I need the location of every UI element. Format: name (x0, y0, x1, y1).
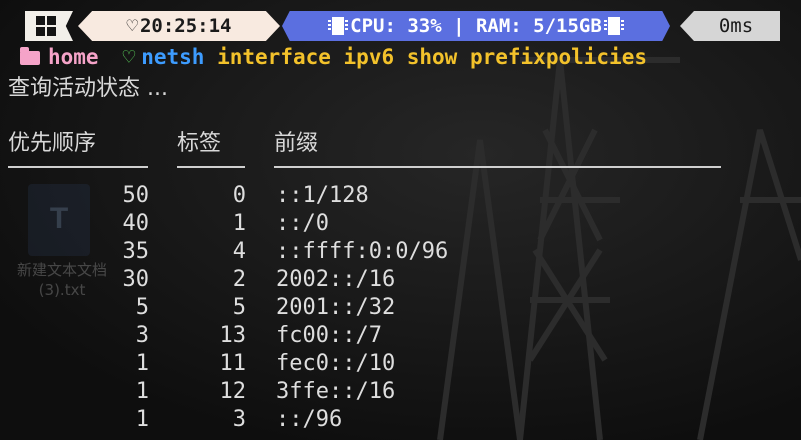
column-header-precedence: 优先顺序 (8, 131, 97, 156)
table-row: 1 11 fec0::/10 (0, 350, 801, 378)
table-row: 5 5 2001::/32 (0, 294, 801, 322)
label-cell: 1 (232, 211, 246, 236)
prefix-cell: ::/96 (276, 407, 343, 432)
label-cell: 13 (219, 323, 247, 348)
table-row: 1 12 3ffe::/16 (0, 378, 801, 406)
memory-chip-icon (328, 17, 349, 35)
green-heart-icon: ♡ (122, 45, 136, 69)
time-segment: ♡ 20:25:14 (78, 11, 280, 41)
command-line[interactable]: home ♡ netsh interface ipv6 show prefixpol… (20, 43, 647, 71)
system-usage: CPU: 33% | RAM: 5/15GB (350, 15, 602, 37)
precedence-cell: 5 (135, 295, 149, 320)
precedence-cell: 1 (135, 407, 149, 432)
status-message: 查询活动状态 ... (8, 76, 168, 101)
prefix-cell: ::/0 (276, 211, 329, 236)
windows-logo-icon (36, 16, 56, 36)
label-cell: 5 (232, 295, 246, 320)
label-cell: 3 (232, 407, 246, 432)
prefix-cell: 2001::/32 (276, 295, 396, 320)
precedence-cell: 1 (135, 379, 149, 404)
header-underline-label (177, 166, 245, 168)
precedence-cell: 3 (135, 323, 149, 348)
prefix-cell: ::1/128 (276, 183, 369, 208)
label-cell: 11 (219, 351, 247, 376)
execution-time: 0ms (718, 15, 754, 37)
system-segment: CPU: 33% | RAM: 5/15GB (282, 11, 670, 41)
heart-icon: ♡ (126, 15, 138, 37)
table-row: 1 3::/96 (0, 406, 801, 434)
label-cell: 12 (219, 379, 247, 404)
column-header-label: 标签 (177, 131, 222, 156)
table-row: 30 2 2002::/16 (0, 266, 801, 294)
prefix-cell: fec0::/10 (276, 351, 396, 376)
precedence-cell: 40 (122, 211, 150, 236)
prefix-cell: ::ffff:0:0/96 (276, 239, 449, 264)
header-underline-prefix (274, 166, 721, 168)
table-row: 35 4::ffff:0:0/96 (0, 238, 801, 266)
precedence-cell: 30 (122, 267, 150, 292)
prefix-cell: 3ffe::/16 (276, 379, 396, 404)
precedence-cell: 50 (122, 183, 150, 208)
label-cell: 0 (232, 183, 246, 208)
label-cell: 4 (232, 239, 246, 264)
clock-time: 20:25:14 (139, 15, 232, 37)
table-row: 40 1::/0 (0, 210, 801, 238)
table-row: 50 0::1/128 (0, 182, 801, 210)
command-args: interface ipv6 show prefixpolicies (217, 45, 647, 69)
terminal-window[interactable]: ♡ 20:25:14 CPU: 33% | RAM: 5/15GB 0ms ho… (0, 0, 801, 440)
current-directory: home (48, 45, 99, 69)
column-header-prefix: 前缀 (274, 131, 319, 156)
header-underline-precedence (8, 166, 148, 168)
table-row: 3 13 fc00::/7 (0, 322, 801, 350)
command-name: netsh (141, 45, 205, 69)
prefix-cell: fc00::/7 (276, 323, 382, 348)
precedence-cell: 35 (122, 239, 150, 264)
precedence-cell: 1 (135, 351, 149, 376)
prefix-cell: 2002::/16 (276, 267, 396, 292)
duration-segment: 0ms (680, 11, 780, 41)
memory-chip-icon-right (603, 17, 624, 35)
label-cell: 2 (232, 267, 246, 292)
prompt-status-bar: ♡ 20:25:14 CPU: 33% | RAM: 5/15GB 0ms (0, 11, 801, 41)
os-segment (25, 11, 73, 41)
folder-icon (20, 47, 40, 65)
